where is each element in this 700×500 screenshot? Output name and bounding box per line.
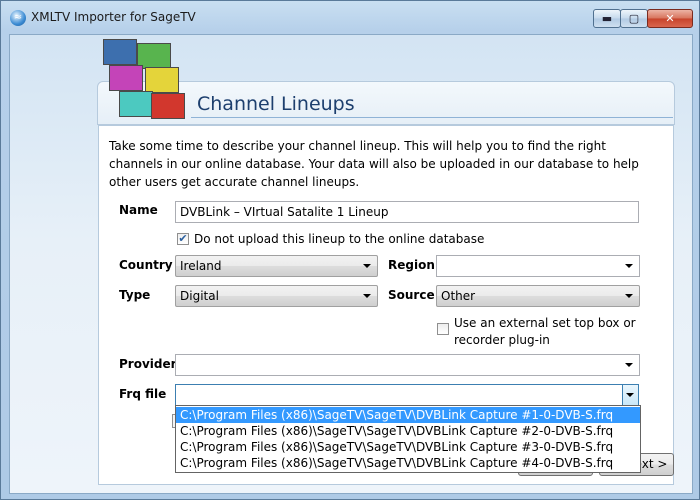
provider-select[interactable] xyxy=(175,354,640,376)
minimize-button[interactable]: ▬ xyxy=(593,9,621,28)
frq-option-1[interactable]: C:\Program Files (x86)\SageTV\SageTV\DVB… xyxy=(176,407,640,423)
chevron-down-icon xyxy=(625,264,633,268)
chevron-down-icon xyxy=(625,363,633,367)
maximize-button[interactable]: ▢ xyxy=(620,9,648,28)
chevron-down-icon xyxy=(363,294,371,298)
close-button[interactable]: ✕ xyxy=(647,9,693,28)
frq-option-4[interactable]: C:\Program Files (x86)\SageTV\SageTV\DVB… xyxy=(176,455,640,471)
source-label: Source xyxy=(388,288,435,302)
frq-option-3[interactable]: C:\Program Files (x86)\SageTV\SageTV\DVB… xyxy=(176,439,640,455)
external-box-checkbox[interactable] xyxy=(437,323,449,335)
frq-option-2[interactable]: C:\Program Files (x86)\SageTV\SageTV\DVB… xyxy=(176,423,640,439)
external-box-label-line1: Use an external set top box or xyxy=(454,316,636,330)
app-window: ≈ XMLTV Importer for SageTV ▬ ▢ ✕ Channe… xyxy=(0,0,700,500)
source-select[interactable]: Other xyxy=(436,285,640,307)
region-label: Region xyxy=(388,258,435,272)
external-box-label-line2: recorder plug-in xyxy=(454,333,550,347)
country-label: Country xyxy=(119,258,173,272)
type-label: Type xyxy=(119,288,151,302)
frq-select[interactable] xyxy=(175,384,623,406)
country-select[interactable]: Ireland xyxy=(175,255,378,277)
frq-dropdown-button[interactable] xyxy=(622,384,639,406)
provider-label: Provider xyxy=(119,357,177,371)
chevron-down-icon xyxy=(626,393,634,397)
frq-label: Frq file xyxy=(119,387,167,401)
country-value: Ireland xyxy=(180,259,222,273)
type-select[interactable]: Digital xyxy=(175,285,378,307)
name-input[interactable]: DVBLink – VIrtual Satalite 1 Lineup xyxy=(175,201,639,223)
logo-icon xyxy=(101,37,191,123)
name-label: Name xyxy=(119,203,158,217)
source-value: Other xyxy=(441,289,476,303)
external-box-label: Use an external set top box or recorder … xyxy=(454,315,636,349)
app-icon: ≈ xyxy=(10,10,26,26)
frq-dropdown-list: C:\Program Files (x86)\SageTV\SageTV\DVB… xyxy=(175,405,641,473)
header-divider xyxy=(191,117,673,118)
region-select[interactable] xyxy=(436,255,640,277)
title-bar[interactable]: ≈ XMLTV Importer for SageTV ▬ ▢ ✕ xyxy=(1,1,700,35)
type-value: Digital xyxy=(180,289,219,303)
page-title: Channel Lineups xyxy=(197,93,355,115)
window-title: XMLTV Importer for SageTV xyxy=(31,10,196,24)
no-upload-label: Do not upload this lineup to the online … xyxy=(194,232,485,246)
page-description: Take some time to describe your channel … xyxy=(109,139,639,189)
chevron-down-icon xyxy=(625,294,633,298)
no-upload-checkbox[interactable]: ✔ xyxy=(177,233,189,245)
chevron-down-icon xyxy=(363,264,371,268)
